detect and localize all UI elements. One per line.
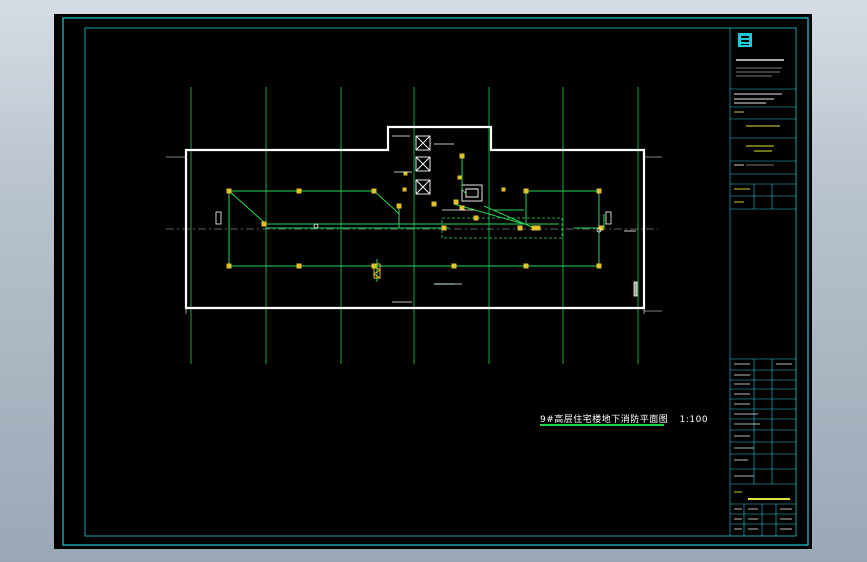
dashed-pipe-box <box>441 217 563 239</box>
outer-frame <box>62 17 809 546</box>
cad-drawing <box>62 17 809 546</box>
company-logo-icon <box>738 33 752 47</box>
inner-frame <box>84 27 797 537</box>
drawing-sheet: 9#高层住宅楼地下消防平面图 1:100 <box>54 14 812 549</box>
plan-scale: 1:100 <box>679 415 709 425</box>
plan-title-underline <box>540 424 664 426</box>
axis-grid <box>190 87 639 364</box>
building-outline <box>184 125 646 310</box>
sprinkler-piping <box>228 154 605 285</box>
sprinkler-heads <box>226 153 604 279</box>
title-block-print <box>734 59 792 530</box>
stair-shafts <box>415 135 483 202</box>
